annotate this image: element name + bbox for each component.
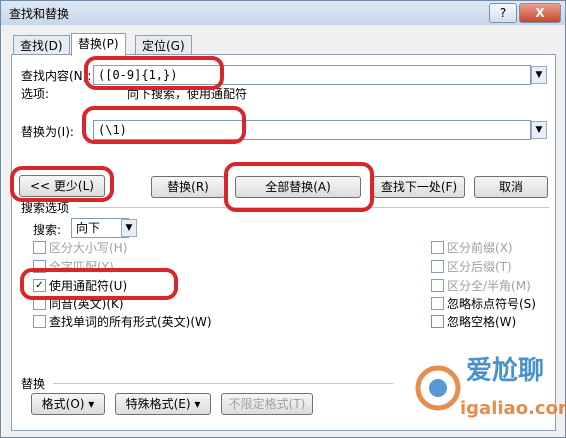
dialog-title: 查找和替换 (9, 7, 70, 21)
ignore-space-checkbox[interactable] (431, 315, 444, 328)
word-forms-checkbox[interactable] (33, 315, 46, 328)
close-button[interactable]: X (519, 3, 561, 23)
watermark-brand: 爱尬聊 (466, 356, 545, 386)
watermark: 爱尬聊 igaliao.com (408, 340, 566, 432)
replace-button[interactable]: 替换(R) (151, 176, 225, 198)
find-history-dropdown[interactable]: ▼ (531, 66, 547, 84)
search-direction-label: 搜索: (33, 223, 62, 237)
search-direction-dropdown[interactable]: ▼ (121, 219, 137, 237)
find-next-button[interactable]: 查找下一处(F) (373, 176, 465, 198)
match-width-checkbox[interactable] (431, 279, 444, 292)
match-width-label: 区分全/半角(M) (447, 279, 531, 293)
tab-find[interactable]: 查找(D) (13, 35, 70, 56)
replace-section-divider (53, 383, 393, 384)
less-highlight-ring (10, 166, 114, 202)
no-formatting-button[interactable]: 不限定格式(T) (221, 393, 313, 415)
ignore-space-label: 忽略空格(W) (447, 315, 517, 329)
replace-highlight-ring (82, 106, 246, 144)
replace-history-dropdown[interactable]: ▼ (531, 121, 547, 139)
options-label: 选项: (21, 87, 50, 101)
match-case-checkbox[interactable] (33, 241, 46, 254)
ignore-punct-label: 忽略标点符号(S) (447, 297, 536, 311)
title-bar: 查找和替换 ? X (1, 1, 565, 25)
find-label: 查找内容(N): (21, 69, 92, 83)
find-highlight-ring (84, 56, 224, 90)
replace-section-heading: 替换 (21, 377, 46, 391)
format-button[interactable]: 格式(O) ▾ (31, 393, 105, 415)
ignore-punct-checkbox[interactable] (431, 297, 444, 310)
match-suffix-checkbox[interactable] (431, 260, 444, 273)
cancel-button[interactable]: 取消 (474, 176, 548, 198)
match-prefix-label: 区分前缀(X) (447, 241, 513, 255)
match-case-label: 区分大小写(H) (49, 241, 128, 255)
watermark-url: igaliao.com (460, 398, 566, 419)
word-forms-label: 查找单词的所有形式(英文)(W) (49, 315, 212, 329)
wildcards-highlight-ring (20, 268, 178, 300)
match-prefix-checkbox[interactable] (431, 241, 444, 254)
help-button[interactable]: ? (489, 3, 517, 23)
replace-label: 替换为(I): (21, 125, 74, 139)
tab-replace[interactable]: 替换(P) (71, 33, 126, 56)
special-button[interactable]: 特殊格式(E) ▾ (115, 393, 211, 415)
match-suffix-label: 区分后缀(T) (447, 260, 512, 274)
tab-goto[interactable]: 定位(G) (135, 35, 192, 56)
replace-all-highlight-ring (224, 162, 374, 212)
